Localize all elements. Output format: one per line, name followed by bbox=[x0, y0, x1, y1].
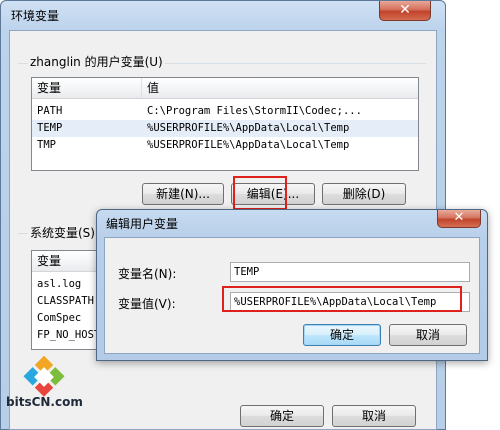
column-header-value[interactable]: 值 bbox=[142, 78, 418, 98]
system-vars-group-label: 系统变量(S) bbox=[28, 224, 97, 241]
table-row[interactable]: PATH C:\Program Files\StormII\Codec;... bbox=[32, 103, 418, 120]
table-row[interactable]: TMP %USERPROFILE%\AppData\Local\Temp bbox=[32, 137, 418, 154]
row-name: FP_NO_HOST bbox=[37, 329, 101, 341]
dialog-cancel-button[interactable]: 取消 bbox=[389, 324, 467, 346]
row-name: TMP bbox=[37, 139, 56, 151]
window-title: 环境变量 bbox=[11, 9, 60, 23]
edit-button-highlight bbox=[233, 176, 287, 210]
row-name: TEMP bbox=[37, 122, 63, 134]
row-value: C:\Program Files\StormII\Codec;... bbox=[147, 105, 362, 117]
row-name: asl.log bbox=[37, 278, 82, 290]
edit-user-variable-dialog: 编辑用户变量 ✕ 变量名(N): TEMP 变量值(V): %USERPROFI… bbox=[96, 209, 488, 361]
table-row-selected[interactable]: TEMP %USERPROFILE%\AppData\Local\Temp bbox=[32, 120, 418, 137]
row-name: PATH bbox=[37, 105, 63, 117]
user-vars-group-label: zhanglin 的用户变量(U) bbox=[28, 53, 165, 70]
user-vars-list-header: 变量 值 bbox=[32, 78, 418, 99]
watermark-text: bitsCN.com bbox=[6, 395, 83, 409]
delete-button[interactable]: 删除(D) bbox=[322, 183, 406, 205]
variable-name-input[interactable]: TEMP bbox=[230, 262, 470, 282]
row-name: CLASSPATH bbox=[37, 295, 94, 307]
close-icon: ✕ bbox=[453, 210, 465, 225]
window-close-button[interactable]: ✕ bbox=[379, 1, 431, 21]
variable-name-label: 变量名(N): bbox=[118, 267, 177, 281]
user-vars-list[interactable]: 变量 值 PATH C:\Program Files\StormII\Codec… bbox=[31, 77, 419, 171]
dialog-ok-button[interactable]: 确定 bbox=[303, 324, 381, 346]
variable-value-label: 变量值(V): bbox=[118, 297, 176, 311]
close-icon: ✕ bbox=[399, 2, 411, 18]
new-button[interactable]: 新建(N)... bbox=[142, 183, 224, 205]
row-value: %USERPROFILE%\AppData\Local\Temp bbox=[147, 139, 350, 151]
row-name: ComSpec bbox=[37, 312, 82, 324]
value-field-highlight bbox=[222, 286, 462, 312]
dialog-title: 编辑用户变量 bbox=[106, 217, 179, 231]
ok-button[interactable]: 确定 bbox=[240, 405, 324, 427]
row-value: %USERPROFILE%\AppData\Local\Temp bbox=[147, 122, 350, 134]
column-header-variable[interactable]: 变量 bbox=[32, 78, 142, 98]
dialog-close-button[interactable]: ✕ bbox=[437, 210, 481, 228]
cancel-button[interactable]: 取消 bbox=[332, 405, 416, 427]
